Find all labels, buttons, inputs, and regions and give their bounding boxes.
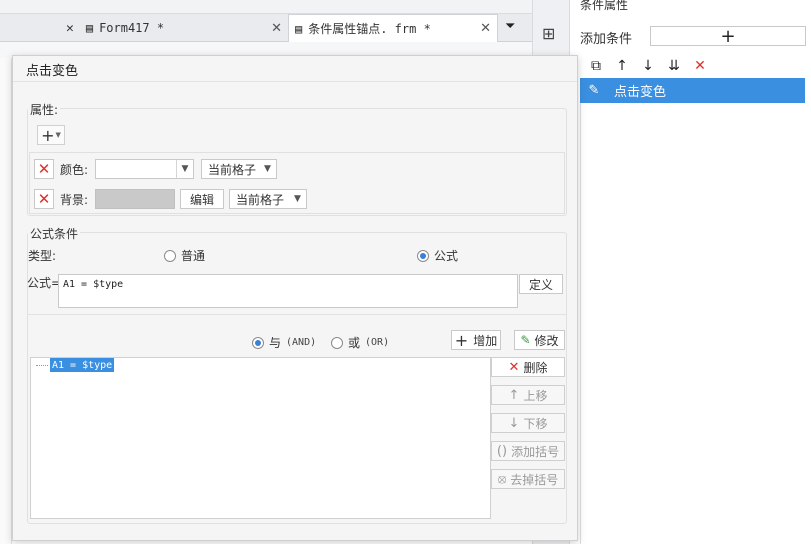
tree-connector	[36, 365, 48, 366]
dialog-title: 点击变色	[26, 64, 79, 79]
move-up-button[interactable]: ↑ 上移	[491, 385, 565, 405]
divider	[27, 314, 567, 315]
tab-list-icon[interactable]: ⏷	[505, 19, 515, 34]
tab-form417[interactable]: ✕ ▤ Form417 * ✕	[60, 14, 288, 42]
form-icon: ▤	[85, 21, 94, 35]
formula-input[interactable]: A1 = $type	[58, 274, 518, 308]
arrow-up-icon: ↑	[508, 387, 520, 403]
move-down-button[interactable]: ↓ 下移	[491, 413, 565, 433]
condition-toolbar: ⧉ ↑ ↓ ⇊ ✕	[580, 55, 811, 77]
color-label: 颜色:	[60, 163, 89, 177]
condition-item-label: 点击变色	[614, 85, 667, 100]
modify-icon: ✎	[520, 333, 531, 347]
tab-close-icon[interactable]: ✕	[271, 21, 282, 36]
button-label: 修改	[534, 333, 559, 348]
button-label: 添加括号	[511, 444, 560, 459]
arrow-down-icon: ↓	[508, 415, 520, 431]
condition-list	[580, 78, 811, 544]
tab-condition-anchor[interactable]: ▤ 条件属性锚点. frm * ✕	[288, 14, 498, 42]
divider	[13, 81, 577, 82]
chevron-down-icon: ▼	[176, 160, 193, 178]
scope-value: 当前格子	[236, 192, 285, 207]
delete-button[interactable]: ✕ 删除	[491, 357, 565, 377]
formula-label: 公式=	[27, 276, 62, 290]
radio-label: 普通	[181, 249, 206, 263]
add-attribute-dropdown[interactable]: + ▼	[37, 125, 65, 145]
delete-icon: ✕	[508, 359, 520, 375]
condition-tree	[30, 357, 491, 519]
remove-bracket-button[interactable]: ⦻ 去掉括号	[491, 469, 565, 489]
radio-icon	[417, 249, 429, 262]
tab-label: 条件属性锚点. frm *	[308, 22, 431, 36]
define-button[interactable]: 定义	[519, 274, 563, 294]
remove-bracket-icon: ⦻	[497, 471, 507, 487]
radio-label: 公式	[434, 249, 459, 263]
arrow-up-icon[interactable]: ↑	[614, 58, 630, 74]
tree-item[interactable]: A1 = $type	[50, 358, 115, 372]
type-formula-radio[interactable]: 公式	[417, 247, 458, 264]
background-scope-select[interactable]: 当前格子 ▼	[229, 189, 307, 209]
chevron-down-icon: ▼	[294, 194, 301, 204]
condition-item[interactable]: ✎ 点击变色	[580, 78, 805, 103]
logic-or-radio[interactable]: 或 (OR)	[331, 334, 389, 351]
type-label: 类型:	[28, 249, 57, 263]
radio-icon	[252, 336, 264, 349]
tab-close-icon[interactable]: ✕	[66, 21, 74, 36]
button-label: 下移	[523, 416, 548, 431]
form-icon: ▤	[295, 21, 303, 36]
logic-and-radio[interactable]: 与 (AND)	[252, 334, 316, 351]
button-label: 删除	[523, 360, 548, 375]
sheet-gutter	[0, 58, 12, 544]
button-label: 去掉括号	[510, 472, 559, 487]
delete-attribute-button[interactable]: ✕	[34, 159, 54, 179]
formula-group-label: 公式条件	[28, 225, 81, 242]
radio-label: 或	[348, 336, 361, 350]
tab-label: Form417 *	[99, 21, 165, 35]
modify-condition-button[interactable]: ✎ 修改	[514, 330, 565, 350]
arrow-down-icon[interactable]: ↓	[640, 58, 656, 74]
copy-icon[interactable]: ⧉	[588, 58, 604, 74]
add-condition-label: 添加条件	[580, 32, 633, 47]
add-condition-item-button[interactable]: + 增加	[451, 330, 501, 350]
radio-label: 与	[269, 336, 282, 350]
edit-background-button[interactable]: 编辑	[180, 189, 224, 209]
button-label: 上移	[523, 388, 548, 403]
radio-suffix: (AND)	[286, 337, 317, 348]
background-label: 背景:	[60, 193, 89, 207]
plus-icon: +	[41, 125, 55, 145]
background-preview	[95, 189, 175, 209]
type-normal-radio[interactable]: 普通	[164, 247, 205, 264]
delete-attribute-button[interactable]: ✕	[34, 189, 54, 209]
move-bottom-icon[interactable]: ⇊	[666, 58, 682, 74]
radio-icon	[331, 336, 343, 349]
radio-suffix: (OR)	[365, 337, 390, 348]
edit-pencil-icon: ✎	[588, 83, 600, 98]
scope-value: 当前格子	[208, 162, 257, 177]
add-condition-button[interactable]: +	[650, 26, 806, 47]
chevron-down-icon: ▼	[55, 131, 61, 139]
panel-toggle-icon[interactable]: ⊞	[542, 24, 555, 43]
plus-icon: +	[454, 330, 469, 350]
color-scope-select[interactable]: 当前格子 ▼	[201, 159, 277, 179]
bracket-icon: ()	[496, 443, 508, 459]
chevron-down-icon: ▼	[264, 164, 271, 174]
attributes-group-label: 属性:	[28, 101, 61, 118]
color-select[interactable]: ▼	[95, 159, 194, 179]
button-label: 增加	[473, 333, 498, 348]
radio-icon	[164, 249, 176, 262]
add-bracket-button[interactable]: () 添加括号	[491, 441, 565, 461]
tab-close-icon[interactable]: ✕	[480, 21, 491, 36]
delete-icon[interactable]: ✕	[692, 58, 708, 74]
panel-title: 条件属性	[580, 0, 629, 12]
top-toolbar	[0, 0, 560, 14]
